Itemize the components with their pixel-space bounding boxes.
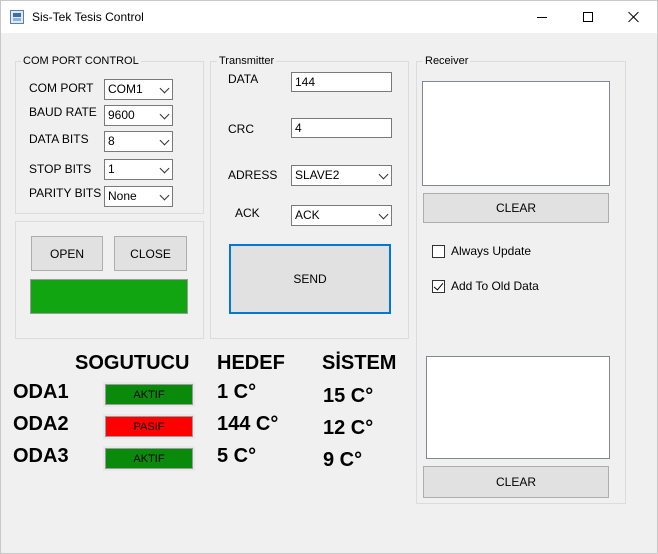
stop-bits-select[interactable]: 1 xyxy=(104,159,173,180)
clear-top-button[interactable]: CLEAR xyxy=(423,193,609,223)
ack-value: ACK xyxy=(295,208,320,222)
ack-label: ACK xyxy=(235,206,260,220)
receiver-legend: Receiver xyxy=(423,55,471,67)
chevron-down-icon xyxy=(159,190,170,201)
receiver-top-listbox[interactable] xyxy=(422,81,610,186)
ack-select[interactable]: ACK xyxy=(291,205,392,226)
data-bits-select[interactable]: 8 xyxy=(104,131,173,152)
room-target-oda1: 1 C° xyxy=(217,381,257,403)
chevron-down-icon xyxy=(378,169,389,180)
connection-status-indicator xyxy=(30,279,188,314)
com-port-select[interactable]: COM1 xyxy=(104,79,173,100)
crc-input[interactable]: 4 xyxy=(291,118,392,138)
room-system-oda2: 12 C° xyxy=(323,417,374,439)
data-label: DATA xyxy=(228,72,259,86)
minimize-icon xyxy=(537,16,547,18)
adress-select[interactable]: SLAVE2 xyxy=(291,165,392,186)
adress-value: SLAVE2 xyxy=(295,168,340,182)
room-name-oda2: ODA2 xyxy=(13,413,69,435)
data-bits-value: 8 xyxy=(108,134,115,148)
app-icon xyxy=(10,10,24,24)
maximize-icon xyxy=(583,12,593,22)
room-status-oda1: AKTIF xyxy=(103,382,195,407)
room-target-oda2: 144 C° xyxy=(217,413,279,435)
com-port-label: COM PORT xyxy=(29,81,94,95)
minimize-button[interactable] xyxy=(519,1,565,33)
data-input[interactable]: 144 xyxy=(291,72,392,92)
parity-bits-select[interactable]: None xyxy=(104,186,173,207)
transmitter-legend: Transmitter xyxy=(217,55,277,67)
room-target-oda3: 5 C° xyxy=(217,445,257,467)
add-to-old-data-label: Add To Old Data xyxy=(451,279,539,293)
always-update-checkbox[interactable]: Always Update xyxy=(432,244,562,258)
room-status-oda3: AKTIF xyxy=(103,446,195,471)
baud-rate-select[interactable]: 9600 xyxy=(104,105,173,126)
maximize-button[interactable] xyxy=(565,1,611,33)
receiver-bottom-listbox[interactable] xyxy=(426,356,610,459)
com-port-value: COM1 xyxy=(108,82,143,96)
chevron-down-icon xyxy=(159,163,170,174)
parity-bits-value: None xyxy=(108,189,137,203)
open-button[interactable]: OPEN xyxy=(31,236,103,271)
room-system-oda3: 9 C° xyxy=(323,449,363,471)
chevron-down-icon xyxy=(159,83,170,94)
stop-bits-value: 1 xyxy=(108,162,115,176)
room-name-oda3: ODA3 xyxy=(13,445,69,467)
close-window-button[interactable] xyxy=(611,1,657,33)
close-button[interactable]: CLOSE xyxy=(114,236,187,271)
send-button[interactable]: SEND xyxy=(229,244,391,314)
header-hedef: HEDEF xyxy=(217,352,285,374)
baud-rate-value: 9600 xyxy=(108,108,135,122)
baud-rate-label: BAUD RATE xyxy=(29,105,97,119)
room-system-oda1: 15 C° xyxy=(323,385,374,407)
crc-label: CRC xyxy=(228,122,254,136)
room-status-oda2: PASIF xyxy=(103,414,195,439)
chevron-down-icon xyxy=(159,109,170,120)
title-bar: Sis-Tek Tesis Control xyxy=(1,1,657,33)
adress-label: ADRESS xyxy=(228,168,278,182)
clear-bottom-button[interactable]: CLEAR xyxy=(423,466,609,498)
chevron-down-icon xyxy=(378,209,389,220)
close-icon xyxy=(628,11,640,23)
window-title: Sis-Tek Tesis Control xyxy=(32,10,144,24)
stop-bits-label: STOP BITS xyxy=(29,162,92,176)
header-sogutucu: SOGUTUCU xyxy=(75,352,190,374)
room-name-oda1: ODA1 xyxy=(13,381,69,403)
parity-bits-label: PARITY BITS xyxy=(29,186,102,200)
add-to-old-data-checkbox[interactable]: Add To Old Data xyxy=(432,279,562,293)
header-sistem: SİSTEM xyxy=(322,352,397,374)
main-window: Sis-Tek Tesis Control COM PORT CONTROL C… xyxy=(0,0,658,554)
always-update-box[interactable] xyxy=(432,245,445,258)
always-update-label: Always Update xyxy=(451,244,532,258)
com-port-control-legend: COM PORT CONTROL xyxy=(21,55,141,67)
add-to-old-data-box[interactable] xyxy=(432,280,445,293)
chevron-down-icon xyxy=(159,135,170,146)
data-bits-label: DATA BITS xyxy=(29,132,89,146)
